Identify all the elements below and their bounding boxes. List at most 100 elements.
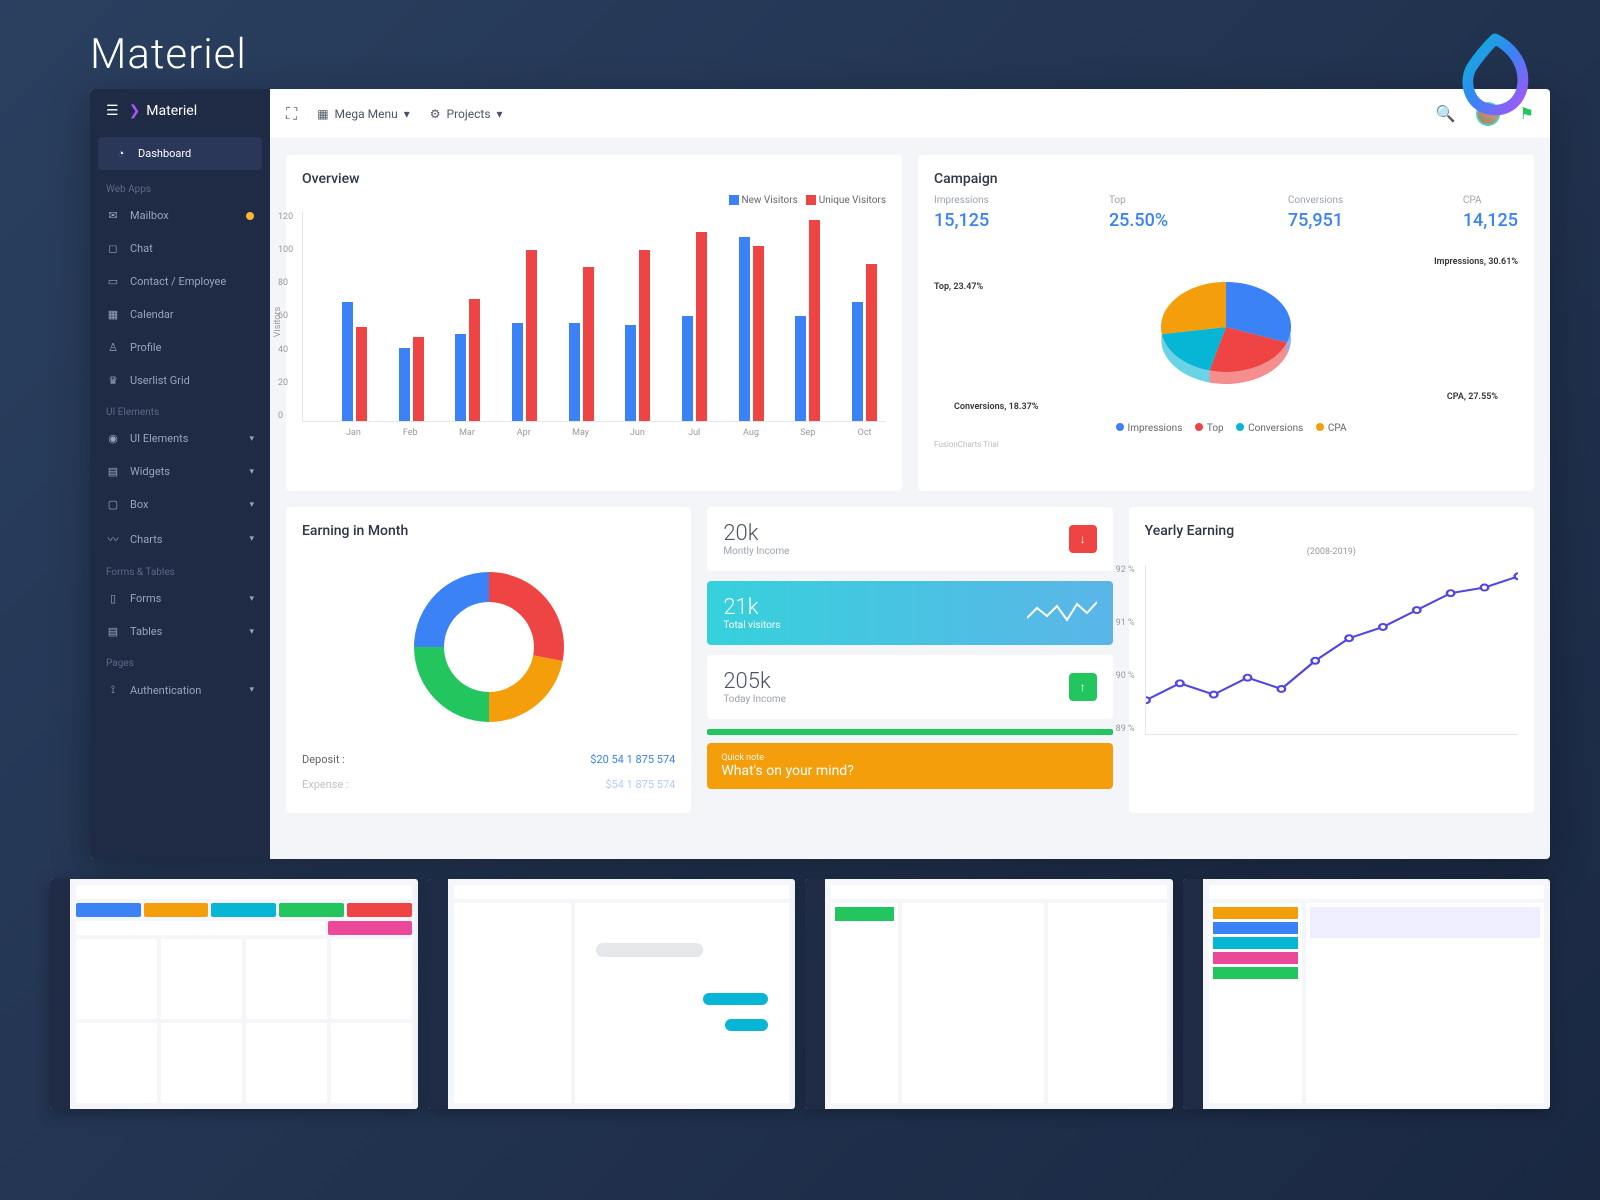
- sidebar-item-chat[interactable]: ◻ Chat: [90, 232, 270, 265]
- flame-icon: ❯: [129, 103, 141, 119]
- sidebar-item-label: Mailbox: [130, 209, 169, 222]
- stat-cpa: CPA14,125: [1463, 195, 1518, 231]
- overview-card: Overview New VisitorsUnique Visitors Vis…: [286, 155, 902, 491]
- yearly-line-chart: 92 %91 %90 %89 %: [1145, 565, 1518, 735]
- chevron-down-icon: ▾: [249, 434, 254, 444]
- stat-conversions: Conversions75,951: [1288, 195, 1343, 231]
- campaign-title: Campaign: [934, 171, 1518, 187]
- sidebar-item-forms[interactable]: ▯Forms▾: [90, 582, 270, 615]
- overview-title: Overview: [302, 171, 886, 187]
- visitors-card[interactable]: 21kTotal visitors: [707, 581, 1112, 645]
- sidebar-item-charts[interactable]: 〰Charts▾: [90, 521, 270, 557]
- calendar-icon: ▦: [106, 308, 120, 321]
- globe-icon: ◉: [106, 432, 120, 445]
- profile-icon: ♙: [106, 341, 120, 354]
- sidebar-item-userlist[interactable]: ♛ Userlist Grid: [90, 364, 270, 397]
- sidebar-item-contact[interactable]: ▭ Contact / Employee: [90, 265, 270, 298]
- sidebar-item-mailbox[interactable]: ✉ Mailbox: [90, 199, 270, 232]
- sidebar-item-label: Contact / Employee: [130, 275, 226, 288]
- visitors-label: Total visitors: [723, 620, 780, 631]
- mega-menu-dropdown[interactable]: ▦Mega Menu▾: [317, 107, 410, 121]
- chevron-down-icon: ▾: [249, 685, 254, 695]
- sidebar-item-label: Box: [130, 498, 148, 511]
- sidebar-item-label: Chat: [130, 242, 153, 255]
- stat-column: 20kMontly Income ↓ 21kTotal visitors 205…: [707, 507, 1112, 813]
- sidebar-item-box[interactable]: ▢Box▾: [90, 488, 270, 521]
- brand[interactable]: ❯ Materiel: [129, 103, 198, 119]
- sidebar-item-label: Tables: [130, 625, 162, 638]
- pie-label-top: Top, 23.47%: [934, 282, 983, 292]
- chevron-down-icon: ▾: [249, 534, 254, 544]
- badge-dot-icon: [246, 212, 254, 220]
- brand-label: Materiel: [146, 103, 197, 119]
- topbar: ⛶ ▦Mega Menu▾ ⚙Projects▾ 🔍 ⚑: [270, 89, 1550, 139]
- dashboard-icon: ◔: [114, 147, 128, 160]
- deposit-label: Deposit :: [302, 753, 345, 766]
- legend-cpa: CPA: [1328, 423, 1347, 434]
- monthly-label: Montly Income: [723, 546, 789, 557]
- thumbnail-row: [50, 879, 1550, 1109]
- fullscreen-icon[interactable]: ⛶: [286, 104, 297, 124]
- sidebar-item-tables[interactable]: ▤Tables▾: [90, 615, 270, 648]
- sidebar-item-label: Authentication: [130, 684, 201, 697]
- thumbnail-mailbox[interactable]: [805, 879, 1173, 1109]
- monthly-val: 20k: [723, 521, 789, 546]
- monthly-income-card[interactable]: 20kMontly Income ↓: [707, 507, 1112, 571]
- today-label: Today Income: [723, 694, 786, 705]
- legend-top: Top: [1207, 423, 1224, 434]
- earning-card: Earning in Month Deposit :$20 54 1 875 5…: [286, 507, 691, 813]
- chevron-down-icon: ▾: [249, 594, 254, 604]
- legend-unique: Unique Visitors: [819, 195, 886, 206]
- thumbnail-calendar[interactable]: [1183, 879, 1551, 1109]
- overview-chart: New VisitorsUnique Visitors Visitors 120…: [302, 195, 886, 475]
- chevron-down-icon: ▾: [404, 107, 410, 121]
- sidebar-item-auth[interactable]: ⟟ Authentication ▾: [90, 673, 270, 707]
- projects-dropdown[interactable]: ⚙Projects▾: [430, 107, 503, 121]
- widgets-icon: ▤: [106, 465, 120, 478]
- auth-icon: ⟟: [106, 683, 120, 697]
- visitors-val: 21k: [723, 595, 780, 620]
- stat-impressions: Impressions15,125: [934, 195, 989, 231]
- campaign-pie: Impressions, 30.61% Top, 23.47% Conversi…: [934, 247, 1518, 417]
- sidebar-item-profile[interactable]: ♙Profile: [90, 331, 270, 364]
- thumbnail-chat[interactable]: [428, 879, 796, 1109]
- sidebar-item-calendar[interactable]: ▦Calendar: [90, 298, 270, 331]
- up-arrow-icon[interactable]: ↑: [1069, 673, 1097, 701]
- sidebar-section-pages: Pages: [90, 648, 270, 673]
- campaign-card: Campaign Impressions15,125 Top25.50% Con…: [918, 155, 1534, 491]
- pie-label-conversions: Conversions, 18.37%: [954, 402, 1038, 412]
- sidebar-item-dashboard[interactable]: ◔ Dashboard: [98, 137, 262, 170]
- sparkline-icon: [1027, 598, 1097, 628]
- chat-icon: ◻: [106, 242, 120, 255]
- sidebar-item-widgets[interactable]: ▤Widgets▾: [90, 455, 270, 488]
- sidebar-item-label: UI Elements: [130, 432, 188, 445]
- pie-label-impressions: Impressions, 30.61%: [1434, 257, 1518, 267]
- stat-top: Top25.50%: [1109, 195, 1168, 231]
- pie-label-cpa: CPA, 27.55%: [1447, 392, 1498, 402]
- mega-menu-label: Mega Menu: [335, 107, 398, 121]
- sidebar-item-uielements[interactable]: ◉ UI Elements ▾: [90, 422, 270, 455]
- sidebar-item-label: Userlist Grid: [130, 374, 190, 387]
- deposit-val: $20 54 1 875 574: [590, 753, 675, 766]
- quick-note-card[interactable]: Quick note What's on your mind?: [707, 743, 1112, 789]
- today-val: 205k: [723, 669, 786, 694]
- chevron-down-icon: ▾: [249, 500, 254, 510]
- hamburger-icon[interactable]: ☰: [106, 103, 119, 119]
- down-arrow-icon[interactable]: ↓: [1069, 525, 1097, 553]
- chevron-down-icon: ▾: [497, 107, 503, 121]
- contact-icon: ▭: [106, 275, 120, 288]
- thumbnail-userlist[interactable]: [50, 879, 418, 1109]
- brand-logo-icon: [1450, 30, 1540, 120]
- chevron-down-icon: ▾: [249, 627, 254, 637]
- quicknote-text: What's on your mind?: [721, 763, 1098, 779]
- sidebar-section-forms: Forms & Tables: [90, 557, 270, 582]
- sidebar-item-label: Forms: [130, 592, 161, 605]
- trophy-icon: ♛: [106, 374, 120, 387]
- sidebar: ☰ ❯ Materiel ◔Dashboard Web Apps ✉Mailbo…: [90, 89, 270, 859]
- mail-icon: ✉: [106, 209, 120, 222]
- expense-val: $54 1 875 574: [605, 778, 675, 791]
- sidebar-item-label: Dashboard: [138, 147, 191, 160]
- progress-bar: [707, 729, 1112, 735]
- projects-icon: ⚙: [430, 107, 441, 121]
- today-income-card[interactable]: 205kToday Income ↑: [707, 655, 1112, 719]
